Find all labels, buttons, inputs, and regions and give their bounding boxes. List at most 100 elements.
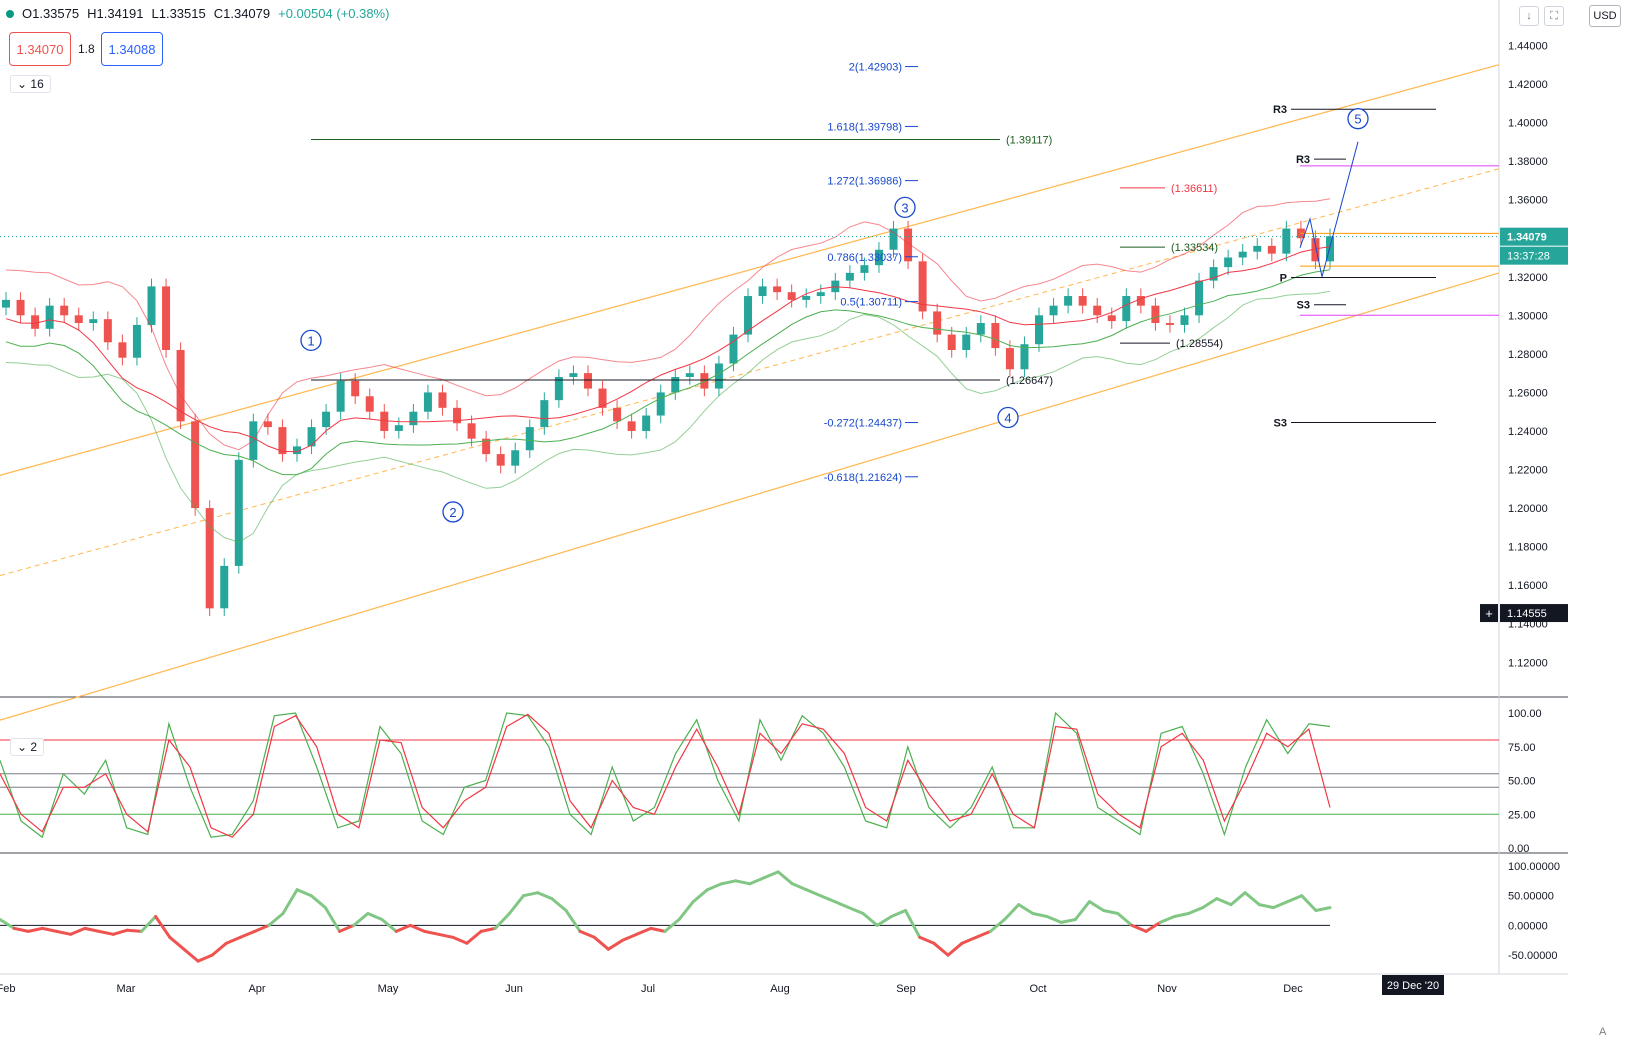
candle-body bbox=[60, 305, 69, 316]
mom-y-tick-label: 0.00000 bbox=[1508, 920, 1548, 932]
candle-body bbox=[991, 323, 1000, 349]
fullscreen-icon[interactable]: ⛶ bbox=[1544, 6, 1564, 26]
y-tick-label: 1.16000 bbox=[1508, 580, 1548, 592]
candle-body bbox=[816, 292, 825, 297]
y-tick-label: 1.44000 bbox=[1508, 40, 1548, 52]
y-tick-label: 1.32000 bbox=[1508, 272, 1548, 284]
candle-body bbox=[234, 459, 243, 566]
candle-body bbox=[656, 392, 665, 416]
y-tick-label: 1.22000 bbox=[1508, 465, 1548, 477]
fib-level-label: -0.272(1.24437) bbox=[824, 418, 902, 430]
x-tick-label: Jul bbox=[641, 983, 655, 995]
candle-body bbox=[365, 396, 374, 412]
candle-body bbox=[2, 299, 10, 308]
candle-body bbox=[1151, 305, 1160, 324]
candle-body bbox=[1253, 245, 1262, 252]
fib-level-label: 1.272(1.36986) bbox=[827, 176, 902, 188]
buy-button[interactable]: 1.34088 bbox=[101, 32, 163, 66]
candle-body bbox=[89, 319, 98, 324]
candle-body bbox=[1165, 323, 1174, 325]
candle-body bbox=[467, 423, 476, 439]
candle-body bbox=[103, 319, 112, 343]
candle-body bbox=[1049, 305, 1058, 316]
price-level-label: (1.33534) bbox=[1171, 242, 1218, 254]
candle-body bbox=[336, 380, 345, 412]
fib-level-label: 0.786(1.33037) bbox=[827, 252, 902, 264]
candle-body bbox=[162, 286, 171, 351]
candle-body bbox=[1005, 348, 1014, 370]
candle-body bbox=[1107, 315, 1116, 322]
candle-body bbox=[802, 296, 811, 300]
mom-y-tick-label: -50.00000 bbox=[1508, 950, 1558, 962]
ohlc-high: H1.34191 bbox=[87, 6, 144, 21]
x-tick-label: May bbox=[378, 983, 399, 995]
candle-body bbox=[540, 400, 549, 428]
y-tick-label: 1.26000 bbox=[1508, 387, 1548, 399]
chart-canvas[interactable]: Feb Mar Apr May Jun Jul Aug Sep Oct Nov Dec 1.44000… bbox=[0, 0, 1641, 1049]
candle-body bbox=[322, 411, 331, 428]
candle-body bbox=[511, 450, 520, 466]
arrow-down-icon[interactable]: ↓ bbox=[1519, 6, 1539, 26]
candle-body bbox=[74, 315, 83, 324]
y-tick-label: 1.18000 bbox=[1508, 542, 1548, 554]
candle-body bbox=[176, 350, 185, 422]
wave-label: 1 bbox=[307, 333, 314, 348]
countdown-label: 13:37:28 bbox=[1507, 251, 1550, 263]
osc-y-tick-label: 50.00 bbox=[1508, 776, 1536, 788]
currency-button[interactable]: USD bbox=[1589, 5, 1621, 27]
wave-label: 2 bbox=[449, 505, 456, 520]
study-count: 2 bbox=[30, 740, 38, 754]
osc-y-tick-label: 25.00 bbox=[1508, 809, 1536, 821]
sell-button[interactable]: 1.34070 bbox=[9, 32, 71, 66]
y-tick-label: 1.38000 bbox=[1508, 156, 1548, 168]
wave-label: 4 bbox=[1004, 410, 1011, 425]
mom-y-tick-label: 100.00000 bbox=[1508, 861, 1560, 873]
oscillator-studies-toggle[interactable]: ⌄ 2 bbox=[10, 738, 45, 756]
x-tick-label: Aug bbox=[770, 983, 790, 995]
x-tick-label: Sep bbox=[896, 983, 916, 995]
candle-body bbox=[569, 373, 578, 377]
candle-body bbox=[627, 421, 636, 431]
candle-body bbox=[933, 311, 942, 335]
candle-body bbox=[525, 427, 534, 451]
momentum-segment bbox=[125, 928, 143, 933]
candle-body bbox=[351, 380, 360, 397]
candle-body bbox=[1224, 257, 1233, 268]
x-tick-label: Jun bbox=[505, 983, 523, 995]
candle-body bbox=[1180, 315, 1189, 325]
x-tick-label: Dec bbox=[1283, 983, 1303, 995]
candle-body bbox=[642, 415, 651, 431]
crosshair-plus-glyph: + bbox=[1485, 606, 1493, 621]
candle-body bbox=[773, 286, 782, 293]
pivot-label: R3 bbox=[1273, 104, 1287, 116]
ohlc-change: +0.00504 (+0.38%) bbox=[278, 6, 390, 21]
candle-body bbox=[714, 363, 723, 389]
chevron-down-icon: ⌄ bbox=[17, 740, 28, 754]
candle-body bbox=[583, 373, 592, 389]
candle-body bbox=[16, 299, 25, 316]
y-tick-label: 1.24000 bbox=[1508, 426, 1548, 438]
pivot-label: S3 bbox=[1297, 300, 1310, 312]
y-tick-label: 1.20000 bbox=[1508, 503, 1548, 515]
x-tick-label: Oct bbox=[1029, 983, 1046, 995]
candle-body bbox=[613, 407, 622, 422]
y-tick-label: 1.40000 bbox=[1508, 118, 1548, 130]
candle-body bbox=[700, 373, 709, 389]
wave-label: 3 bbox=[901, 200, 908, 215]
candle-body bbox=[1238, 251, 1247, 258]
crosshair-price-label: 1.14555 bbox=[1507, 608, 1547, 620]
osc-y-tick-label: 100.00 bbox=[1508, 708, 1542, 720]
candle-body bbox=[976, 323, 985, 335]
auto-scale-button[interactable]: A bbox=[1599, 1026, 1606, 1038]
candle-body bbox=[889, 228, 898, 250]
main-studies-toggle[interactable]: ⌄ 16 bbox=[10, 75, 51, 93]
candle-body bbox=[118, 342, 127, 358]
candle-body bbox=[1195, 280, 1204, 316]
mom-y-tick-label: 50.00000 bbox=[1508, 891, 1554, 903]
candle-body bbox=[1122, 296, 1131, 322]
candle-body bbox=[307, 427, 316, 447]
candle-body bbox=[554, 376, 563, 401]
current-price-label: 1.34079 bbox=[1507, 232, 1547, 244]
candle-body bbox=[409, 411, 418, 426]
candle-body bbox=[962, 334, 971, 351]
